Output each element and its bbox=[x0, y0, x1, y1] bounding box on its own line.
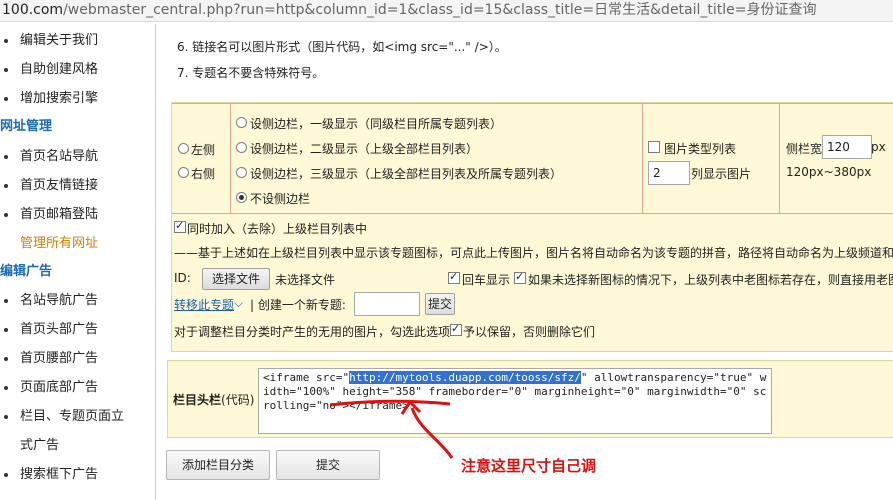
annotation-arrow bbox=[329, 399, 454, 459]
annotation-note: 注意这里尺寸自己调 bbox=[461, 457, 597, 475]
